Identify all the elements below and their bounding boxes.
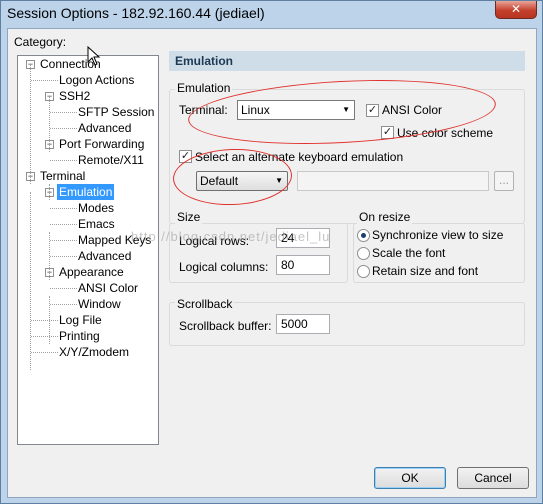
- tree-connector: [31, 352, 58, 353]
- alt-keyboard-checkbox[interactable]: ✓: [179, 150, 192, 163]
- chevron-down-icon: ▼: [275, 176, 283, 185]
- tree-item[interactable]: SFTP Session: [76, 104, 156, 120]
- tree-guide-line: [49, 96, 50, 152]
- size-group-label: Size: [175, 210, 203, 224]
- check-icon: ✓: [180, 150, 191, 162]
- tree-guide-line: [30, 64, 31, 184]
- use-color-scheme-checkbox[interactable]: ✓: [381, 126, 394, 139]
- tree-connector: [31, 320, 58, 321]
- tree-item[interactable]: Port Forwarding: [57, 136, 146, 152]
- tree-item[interactable]: Modes: [76, 200, 116, 216]
- window-title: Session Options - 182.92.160.44 (jediael…: [7, 5, 265, 21]
- tree-connector: [50, 288, 77, 289]
- tree-connector: [50, 240, 77, 241]
- tree-connector: [31, 80, 58, 81]
- tree-guide-line: [49, 232, 50, 280]
- check-icon: ✓: [382, 126, 393, 138]
- tree-connector: [50, 224, 77, 225]
- emulation-group-label: Emulation: [175, 81, 233, 95]
- scrollback-buffer-label: Scrollback buffer:: [179, 319, 272, 333]
- tree-guide-line: [30, 192, 31, 370]
- session-options-window: Session Options - 182.92.160.44 (jediael…: [0, 0, 543, 504]
- ok-button[interactable]: OK: [374, 467, 446, 489]
- chevron-down-icon: ▼: [342, 105, 350, 114]
- tree-connector: [50, 112, 77, 113]
- tree-item[interactable]: Logon Actions: [57, 72, 136, 88]
- tree-item[interactable]: Window: [76, 296, 123, 312]
- resize-option-label: Scale the font: [372, 246, 446, 260]
- scrollback-buffer-input[interactable]: 5000: [276, 314, 330, 334]
- logical-rows-label: Logical rows:: [179, 234, 250, 248]
- close-button[interactable]: ✕: [495, 1, 537, 19]
- tree-item[interactable]: SSH2: [57, 88, 92, 104]
- mouse-cursor-icon: [87, 46, 101, 66]
- terminal-select-value: Linux: [241, 103, 270, 117]
- close-icon: ✕: [510, 2, 522, 16]
- tree-item[interactable]: Printing: [57, 328, 102, 344]
- terminal-select[interactable]: Linux ▼: [237, 100, 355, 120]
- tree-guide-line: [49, 184, 50, 200]
- keyboard-file-field[interactable]: [297, 171, 489, 191]
- keyboard-emulation-value: Default: [200, 174, 239, 188]
- dialog-client-area: Category: − Connection Logon Actions − SSH2 S…: [7, 28, 537, 498]
- on-resize-group-label: On resize: [357, 210, 413, 224]
- tree-connector: [50, 208, 77, 209]
- tree-item[interactable]: Log File: [57, 312, 104, 328]
- logical-rows-input[interactable]: 24: [276, 228, 330, 248]
- tree-connector: [50, 160, 77, 161]
- keyboard-emulation-select[interactable]: Default ▼: [196, 171, 288, 191]
- title-bar: Session Options - 182.92.160.44 (jediael…: [1, 1, 542, 27]
- tree-item[interactable]: ANSI Color: [76, 280, 140, 296]
- ansi-color-checkbox[interactable]: ✓: [366, 104, 379, 117]
- resize-option-radio[interactable]: [357, 265, 370, 278]
- tree-item[interactable]: Emulation: [57, 184, 115, 200]
- tree-item[interactable]: Terminal: [38, 168, 87, 184]
- ansi-color-label: ANSI Color: [382, 103, 443, 117]
- logical-columns-input[interactable]: 80: [276, 255, 330, 275]
- alt-keyboard-label: Select an alternate keyboard emulation: [195, 150, 404, 164]
- resize-option-radio[interactable]: [357, 229, 370, 242]
- tree-item[interactable]: X/Y/Zmodem: [57, 344, 131, 360]
- browse-button[interactable]: ...: [494, 171, 514, 191]
- resize-option-label: Synchronize view to size: [372, 228, 504, 242]
- logical-columns-label: Logical columns:: [179, 260, 269, 274]
- tree-connector: [50, 304, 77, 305]
- scrollback-group-label: Scrollback: [175, 297, 235, 311]
- category-label: Category:: [14, 35, 67, 49]
- tree-connector: [31, 336, 58, 337]
- tree-item[interactable]: Advanced: [76, 248, 133, 264]
- pane-title: Emulation: [169, 51, 525, 71]
- resize-option-radio[interactable]: [357, 247, 370, 260]
- tree-connector: [50, 128, 77, 129]
- tree-item[interactable]: Appearance: [57, 264, 126, 280]
- tree-guide-line: [49, 296, 50, 344]
- check-icon: ✓: [367, 104, 378, 116]
- tree-connector: [50, 256, 77, 257]
- tree-item[interactable]: Emacs: [76, 216, 117, 232]
- resize-option-label: Retain size and font: [372, 264, 479, 278]
- tree-item[interactable]: Remote/X11: [76, 152, 146, 168]
- use-color-scheme-label: Use color scheme: [397, 126, 494, 140]
- category-tree[interactable]: − Connection Logon Actions − SSH2 SFTP Sessio…: [17, 55, 159, 445]
- terminal-label: Terminal:: [179, 103, 228, 117]
- cancel-button[interactable]: Cancel: [457, 467, 529, 489]
- tree-item[interactable]: Advanced: [76, 120, 133, 136]
- tree-item[interactable]: Mapped Keys: [76, 232, 153, 248]
